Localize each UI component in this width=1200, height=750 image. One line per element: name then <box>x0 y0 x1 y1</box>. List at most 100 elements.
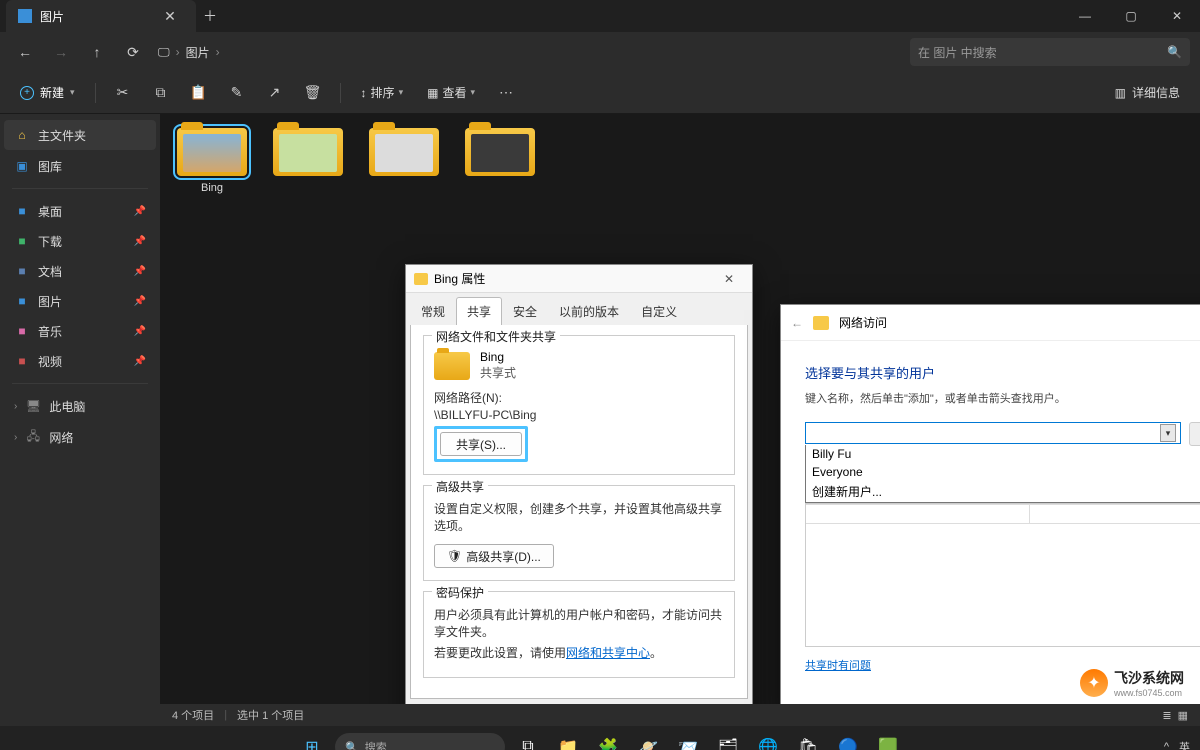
search-input[interactable]: 在 图片 中搜索 🔍 <box>910 38 1190 66</box>
app-pinned-6[interactable]: 🟩 <box>871 730 905 750</box>
sidebar-home[interactable]: ⌂ 主文件夹 <box>4 120 156 150</box>
details-pane-button[interactable]: ▥ 详细信息 <box>1105 84 1190 101</box>
ime-indicator[interactable]: 英 <box>1179 739 1190 750</box>
maximize-button[interactable]: ▢ <box>1108 0 1154 32</box>
copy-button[interactable]: ⧉ <box>144 78 178 108</box>
sidebar-item-下载[interactable]: ■下载📌 <box>4 226 156 256</box>
minimize-button[interactable]: — <box>1062 0 1108 32</box>
sidebar-item-文档[interactable]: ■文档📌 <box>4 256 156 286</box>
dialog-title: Bing 属性 <box>434 270 485 287</box>
app-pinned-4[interactable]: 🗂 <box>711 730 745 750</box>
pin-icon: 📌 <box>134 206 146 217</box>
app-edge[interactable]: 🌐 <box>751 730 785 750</box>
app-pinned-3[interactable]: 📨 <box>671 730 705 750</box>
sort-icon: ↕ <box>361 86 367 100</box>
tab-共享[interactable]: 共享 <box>456 297 502 325</box>
app-pinned-1[interactable]: 🧩 <box>591 730 625 750</box>
app-explorer[interactable]: 📁 <box>551 730 585 750</box>
advanced-share-button[interactable]: 🛡 高级共享(D)... <box>434 544 554 568</box>
dropdown-option[interactable]: 创建新用户... <box>806 481 1200 502</box>
sidebar-item-音乐[interactable]: ■音乐📌 <box>4 316 156 346</box>
tab-常规[interactable]: 常规 <box>410 297 456 325</box>
share-button[interactable]: 共享(S)... <box>440 432 522 456</box>
app-pinned-5[interactable]: 🔵 <box>831 730 865 750</box>
home-icon: ⌂ <box>14 127 30 143</box>
tab-自定义[interactable]: 自定义 <box>630 297 688 325</box>
paste-button[interactable]: 📋 <box>182 78 216 108</box>
sort-button[interactable]: ↕ 排序 ▾ <box>351 84 414 101</box>
breadcrumb[interactable]: 🖵 › 图片 › <box>158 44 220 61</box>
dialog-titlebar[interactable]: Bing 属性 ✕ <box>406 265 752 293</box>
folder-icon <box>414 273 428 285</box>
dropdown-option[interactable]: Billy Fu <box>806 445 1200 463</box>
folder-item[interactable] <box>366 128 442 194</box>
network-path: \\BILLYFU-PC\Bing <box>434 408 724 422</box>
dropdown-button[interactable]: ▾ <box>1160 424 1176 442</box>
network-icon: 🖧 <box>25 429 41 445</box>
chevron-right-icon: › <box>14 401 17 412</box>
view-icon: ▦ <box>427 86 438 100</box>
rename-button[interactable]: ✎ <box>220 78 254 108</box>
shield-icon: 🛡 <box>447 549 462 563</box>
refresh-button[interactable]: ⟳ <box>118 37 148 67</box>
path-label: 网络路径(N): <box>434 389 724 406</box>
user-input[interactable] <box>810 424 1160 442</box>
dropdown-option[interactable]: Everyone <box>806 463 1200 481</box>
app-pinned-2[interactable]: 🪐 <box>631 730 665 750</box>
sidebar-gallery[interactable]: ▣ 图库 <box>4 151 156 181</box>
tab-安全[interactable]: 安全 <box>502 297 548 325</box>
monitor-icon: 🖵 <box>158 45 170 60</box>
shared-users-list[interactable] <box>805 503 1200 647</box>
sidebar-item-视频[interactable]: ■视频📌 <box>4 346 156 376</box>
task-view-button[interactable]: ⧉ <box>511 730 545 750</box>
user-combobox[interactable]: ▾ <box>805 422 1181 444</box>
sidebar-item-图片[interactable]: ■图片📌 <box>4 286 156 316</box>
plus-icon: + <box>20 86 34 100</box>
sidebar: ⌂ 主文件夹 ▣ 图库 ■桌面📌■下载📌■文档📌■图片📌■音乐📌■视频📌 › 🖥… <box>0 114 160 726</box>
forward-button[interactable]: → <box>46 37 76 67</box>
sidebar-item-桌面[interactable]: ■桌面📌 <box>4 196 156 226</box>
network-center-link[interactable]: 网络和共享中心 <box>566 646 650 660</box>
sidebar-network[interactable]: › 🖧 网络 <box>4 422 156 452</box>
taskbar-search[interactable]: 🔍 搜索 <box>335 733 505 750</box>
more-button[interactable]: ⋯ <box>489 78 523 108</box>
close-window-button[interactable]: ✕ <box>1154 0 1200 32</box>
system-tray[interactable]: ^ 英 <box>1164 739 1190 750</box>
tray-up-icon[interactable]: ^ <box>1164 741 1169 750</box>
titlebar: 图片 ✕ ＋ — ▢ ✕ <box>0 0 1200 32</box>
search-icon: 🔍 <box>345 741 359 750</box>
breadcrumb-item[interactable]: 图片 <box>186 44 210 61</box>
browser-tab[interactable]: 图片 ✕ <box>6 0 196 32</box>
sidebar-this-pc[interactable]: › 🖥 此电脑 <box>4 391 156 421</box>
thumbnails-view-icon[interactable]: ▦ <box>1178 709 1188 722</box>
app-store[interactable]: 🛍 <box>791 730 825 750</box>
details-view-icon[interactable]: ≣ <box>1162 709 1171 722</box>
close-tab-icon[interactable]: ✕ <box>156 2 184 30</box>
folder-item[interactable] <box>462 128 538 194</box>
close-dialog-button[interactable]: ✕ <box>714 267 744 291</box>
cut-button[interactable]: ✂ <box>106 78 140 108</box>
pin-icon: 📌 <box>134 356 146 367</box>
heading: 选择要与其共享的用户 <box>805 363 1200 382</box>
item-count: 4 个项目 <box>172 707 214 723</box>
folder-icon <box>273 128 343 176</box>
folder-item[interactable]: Bing <box>174 128 250 194</box>
delete-button[interactable]: 🗑 <box>296 78 330 108</box>
share-button[interactable]: ↗ <box>258 78 292 108</box>
up-button[interactable]: ↑ <box>82 37 112 67</box>
folder-name: Bing <box>480 350 516 364</box>
dialog-title: 网络访问 <box>839 314 887 331</box>
taskbar: ⊞ 🔍 搜索 ⧉ 📁 🧩 🪐 📨 🗂 🌐 🛍 🔵 🟩 ^ 英 <box>0 726 1200 750</box>
details-icon: ▥ <box>1115 86 1126 100</box>
folder-item[interactable] <box>270 128 346 194</box>
view-button[interactable]: ▦ 查看 ▾ <box>417 84 485 101</box>
tab-以前的版本[interactable]: 以前的版本 <box>548 297 630 325</box>
new-button[interactable]: + 新建 ▾ <box>10 80 85 105</box>
start-button[interactable]: ⊞ <box>295 730 329 750</box>
trouble-link[interactable]: 共享时有问题 <box>805 660 871 672</box>
back-icon[interactable]: ← <box>791 316 803 330</box>
status-bar: 4 个项目 | 选中 1 个项目 ≣ ▦ <box>160 704 1200 726</box>
add-button[interactable]: 添加(A) <box>1189 422 1200 446</box>
back-button[interactable]: ← <box>10 37 40 67</box>
new-tab-button[interactable]: ＋ <box>196 2 224 30</box>
